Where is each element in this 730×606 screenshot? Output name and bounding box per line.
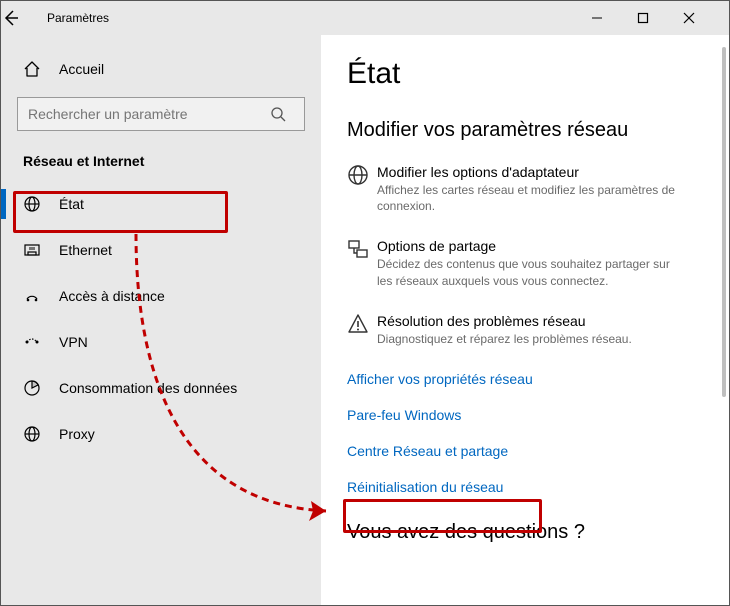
- sidebar-item-label: VPN: [59, 334, 88, 350]
- minimize-button[interactable]: [591, 12, 637, 24]
- setting-desc: Décidez des contenus que vous souhaitez …: [377, 256, 687, 288]
- maximize-button[interactable]: [637, 12, 683, 24]
- maximize-icon: [637, 12, 649, 24]
- main-panel: État Modifier vos paramètres réseau Modi…: [321, 35, 729, 605]
- sidebar: Accueil Réseau et Internet État: [1, 35, 321, 605]
- search-box[interactable]: [17, 97, 305, 131]
- sidebar-item-label: Proxy: [59, 426, 95, 442]
- search-icon: [270, 106, 304, 122]
- sidebar-item-ethernet[interactable]: Ethernet: [1, 227, 321, 273]
- titlebar: Paramètres: [1, 1, 729, 35]
- link-network-properties[interactable]: Afficher vos propriétés réseau: [347, 371, 729, 387]
- link-network-center[interactable]: Centre Réseau et partage: [347, 443, 729, 459]
- setting-network-troubleshoot[interactable]: Résolution des problèmes réseau Diagnost…: [347, 313, 687, 347]
- window-body: Accueil Réseau et Internet État: [1, 35, 729, 605]
- link-network-reset[interactable]: Réinitialisation du réseau: [347, 479, 729, 495]
- setting-text: Modifier les options d'adaptateur Affich…: [377, 164, 687, 214]
- close-button[interactable]: [683, 12, 729, 24]
- ethernet-icon: [23, 241, 45, 259]
- setting-title: Modifier les options d'adaptateur: [377, 164, 687, 180]
- setting-sharing-options[interactable]: Options de partage Décidez des contenus …: [347, 238, 687, 288]
- section-heading: Modifier vos paramètres réseau: [347, 119, 729, 142]
- setting-text: Options de partage Décidez des contenus …: [377, 238, 687, 288]
- search-input[interactable]: [18, 106, 270, 122]
- dialup-icon: [23, 287, 45, 305]
- home-icon: [23, 60, 45, 78]
- sidebar-item-status[interactable]: État: [1, 181, 321, 227]
- sidebar-item-datausage[interactable]: Consommation des données: [1, 365, 321, 411]
- setting-desc: Diagnostiquez et réparez les problèmes r…: [377, 331, 632, 347]
- vpn-icon: [23, 333, 45, 351]
- data-usage-icon: [23, 379, 45, 397]
- setting-title: Résolution des problèmes réseau: [377, 313, 632, 329]
- adapter-options-icon: [347, 164, 377, 214]
- sidebar-nav: État Ethernet Accès à distance: [1, 177, 321, 457]
- help-heading: Vous avez des questions ?: [347, 521, 729, 544]
- setting-title: Options de partage: [377, 238, 687, 254]
- setting-adapter-options[interactable]: Modifier les options d'adaptateur Affich…: [347, 164, 687, 214]
- setting-desc: Affichez les cartes réseau et modifiez l…: [377, 182, 687, 214]
- sidebar-item-label: Ethernet: [59, 242, 112, 258]
- globe-icon: [23, 195, 45, 213]
- sidebar-home-label: Accueil: [59, 61, 104, 77]
- sidebar-home[interactable]: Accueil: [1, 49, 321, 89]
- scrollbar[interactable]: [722, 47, 726, 397]
- sidebar-item-proxy[interactable]: Proxy: [1, 411, 321, 457]
- back-icon: [1, 8, 21, 28]
- minimize-icon: [591, 12, 603, 24]
- window-title: Paramètres: [47, 11, 591, 25]
- sidebar-item-dialup[interactable]: Accès à distance: [1, 273, 321, 319]
- sidebar-category-label: Réseau et Internet: [1, 131, 321, 177]
- sidebar-item-label: État: [59, 196, 84, 212]
- link-windows-firewall[interactable]: Pare-feu Windows: [347, 407, 729, 423]
- sidebar-item-vpn[interactable]: VPN: [1, 319, 321, 365]
- back-button[interactable]: [1, 8, 47, 28]
- sidebar-item-label: Accès à distance: [59, 288, 165, 304]
- proxy-icon: [23, 425, 45, 443]
- setting-text: Résolution des problèmes réseau Diagnost…: [377, 313, 632, 347]
- troubleshoot-icon: [347, 313, 377, 347]
- settings-window: Paramètres Accueil R: [0, 0, 730, 606]
- sharing-options-icon: [347, 238, 377, 288]
- sidebar-item-label: Consommation des données: [59, 380, 237, 396]
- close-icon: [683, 12, 695, 24]
- page-title: État: [347, 57, 729, 91]
